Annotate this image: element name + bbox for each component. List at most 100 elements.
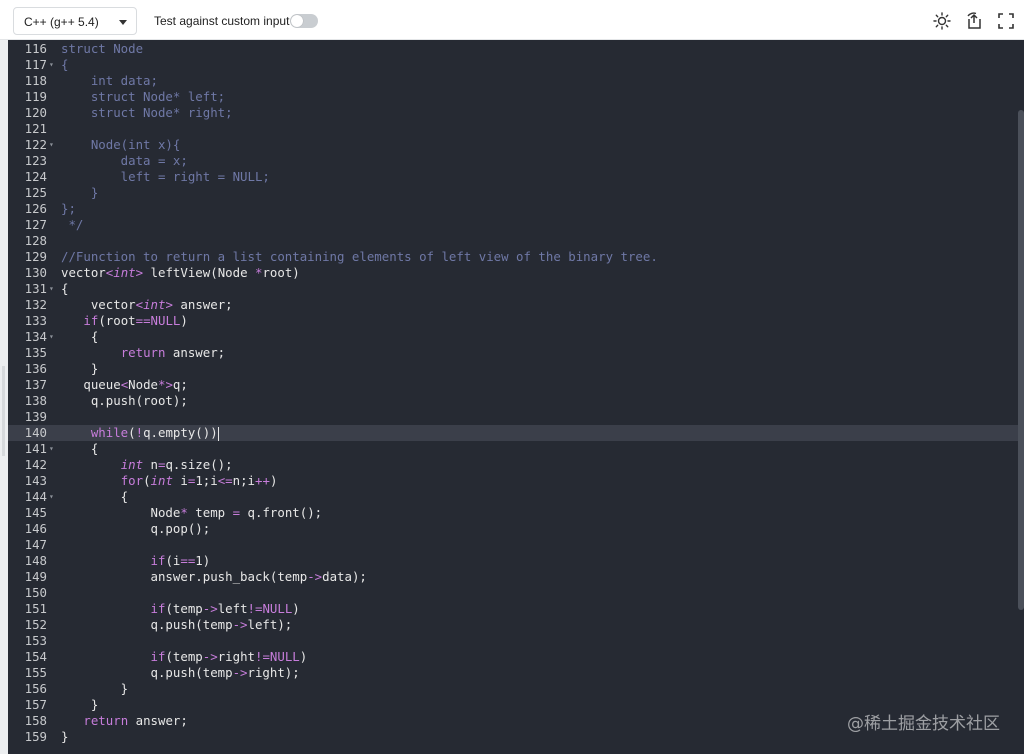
code-token: right); — [247, 665, 300, 680]
left-gutter-strip — [0, 40, 8, 754]
line-number: 130 — [24, 265, 47, 280]
code-line[interactable]: 141 ▾ { — [8, 441, 1024, 457]
custom-input-toggle[interactable] — [290, 14, 318, 28]
fold-arrow-icon[interactable]: ▾ — [49, 57, 59, 73]
fold-arrow-icon[interactable]: ▾ — [49, 329, 59, 345]
code-line[interactable]: 136 } — [8, 361, 1024, 377]
line-number: 127 — [24, 217, 47, 232]
code-token: i — [172, 473, 188, 488]
line-number: 122 — [24, 137, 47, 152]
code-line[interactable]: 125 } — [8, 185, 1024, 201]
code-line[interactable]: 131 ▾{ — [8, 281, 1024, 297]
fold-arrow-icon[interactable]: ▾ — [49, 281, 59, 297]
code-line[interactable]: 123 data = x; — [8, 153, 1024, 169]
line-number: 138 — [24, 393, 47, 408]
code-token: -> — [232, 665, 248, 680]
code-text: return answer; — [61, 345, 225, 361]
code-token: } — [61, 185, 99, 200]
language-select-value: C++ (g++ 5.4) — [24, 15, 99, 29]
code-line[interactable]: 119 struct Node* left; — [8, 89, 1024, 105]
code-token: NULL — [269, 649, 300, 664]
code-line[interactable]: 139 — [8, 409, 1024, 425]
code-token: 1) — [195, 553, 211, 568]
code-editor[interactable]: 116 struct Node 117 ▾{118 int data; 119 stru… — [8, 40, 1024, 754]
code-text: while(!q.empty()) — [61, 425, 219, 441]
code-token: 1;i — [195, 473, 218, 488]
code-line[interactable]: 153 — [8, 633, 1024, 649]
code-text: vector<int> leftView(Node *root) — [61, 265, 300, 281]
code-line[interactable]: 117 ▾{ — [8, 57, 1024, 73]
line-number: 133 — [24, 313, 47, 328]
code-line[interactable]: 129 //Function to return a list containin… — [8, 249, 1024, 265]
code-line[interactable]: 118 int data; — [8, 73, 1024, 89]
code-line[interactable]: 147 — [8, 537, 1024, 553]
fold-arrow-icon[interactable]: ▾ — [49, 489, 59, 505]
code-line[interactable]: 142 int n=q.size(); — [8, 457, 1024, 473]
theme-icon[interactable] — [931, 10, 953, 32]
code-text: */ — [61, 217, 83, 233]
code-line[interactable]: 128 — [8, 233, 1024, 249]
line-number: 156 — [24, 681, 47, 696]
code-line[interactable]: 127 */ — [8, 217, 1024, 233]
code-line[interactable]: 143 for(int i=1;i<=n;i++) — [8, 473, 1024, 489]
code-text: queue<Node*>q; — [61, 377, 187, 393]
code-line[interactable]: 137 queue<Node*>q; — [8, 377, 1024, 393]
code-line[interactable]: 151 if(temp->left!=NULL) — [8, 601, 1024, 617]
code-line[interactable]: 144 ▾ { — [8, 489, 1024, 505]
code-line[interactable]: 149 answer.push_back(temp->data); — [8, 569, 1024, 585]
code-token: answer; — [128, 713, 188, 728]
code-token: if — [150, 649, 166, 664]
code-line[interactable]: 140 while(!q.empty()) — [8, 425, 1024, 441]
code-line[interactable]: 145 Node* temp = q.front(); — [8, 505, 1024, 521]
code-token: ) — [269, 473, 278, 488]
code-token: int — [150, 473, 173, 488]
line-number: 137 — [24, 377, 47, 392]
code-text: if(temp->right!=NULL) — [61, 649, 308, 665]
code-line[interactable]: 146 q.pop(); — [8, 521, 1024, 537]
fold-arrow-icon[interactable]: ▾ — [49, 137, 59, 153]
code-text: struct Node — [61, 41, 143, 57]
code-line[interactable]: 126}; — [8, 201, 1024, 217]
code-text: data = x; — [61, 153, 188, 169]
code-token: return — [83, 713, 129, 728]
code-token: ( — [143, 473, 151, 488]
line-number: 121 — [24, 121, 47, 136]
code-line[interactable]: 152 q.push(temp->left); — [8, 617, 1024, 633]
line-number: 141 — [24, 441, 47, 456]
code-token: ( — [128, 425, 136, 440]
fullscreen-icon[interactable] — [995, 10, 1017, 32]
code-line[interactable]: 116 struct Node — [8, 41, 1024, 57]
code-line[interactable]: 156 } — [8, 681, 1024, 697]
code-line[interactable]: 124 left = right = NULL; — [8, 169, 1024, 185]
code-line[interactable]: 148 if(i==1) — [8, 553, 1024, 569]
code-line[interactable]: 120 struct Node* right; — [8, 105, 1024, 121]
code-text: { — [61, 329, 98, 345]
code-line[interactable]: 130 vector<int> leftView(Node *root) — [8, 265, 1024, 281]
code-token: -> — [202, 649, 218, 664]
code-line[interactable]: 138 q.push(root); — [8, 393, 1024, 409]
reset-icon[interactable] — [963, 10, 985, 32]
code-line[interactable]: 132 vector<int> answer; — [8, 297, 1024, 313]
vertical-scrollbar[interactable] — [1018, 110, 1024, 610]
code-token: //Function to return a list containing e… — [61, 249, 658, 264]
code-line[interactable]: 121 — [8, 121, 1024, 137]
code-line[interactable]: 133 if(root==NULL) — [8, 313, 1024, 329]
line-number: 148 — [24, 553, 47, 568]
code-line[interactable]: 155 q.push(temp->right); — [8, 665, 1024, 681]
code-line[interactable]: 135 return answer; — [8, 345, 1024, 361]
code-token: data); — [322, 569, 367, 584]
code-line[interactable]: 134 ▾ { — [8, 329, 1024, 345]
line-number: 120 — [24, 105, 47, 120]
code-text: { — [61, 441, 98, 457]
fold-arrow-icon[interactable]: ▾ — [49, 441, 59, 457]
code-line[interactable]: 150 — [8, 585, 1024, 601]
code-text: Node* temp = q.front(); — [61, 505, 323, 521]
code-line[interactable]: 154 if(temp->right!=NULL) — [8, 649, 1024, 665]
code-line[interactable]: 122 ▾ Node(int x){ — [8, 137, 1024, 153]
code-token: vector — [61, 265, 106, 280]
language-select[interactable]: C++ (g++ 5.4) — [13, 7, 137, 35]
code-text: q.push(root); — [61, 393, 188, 409]
